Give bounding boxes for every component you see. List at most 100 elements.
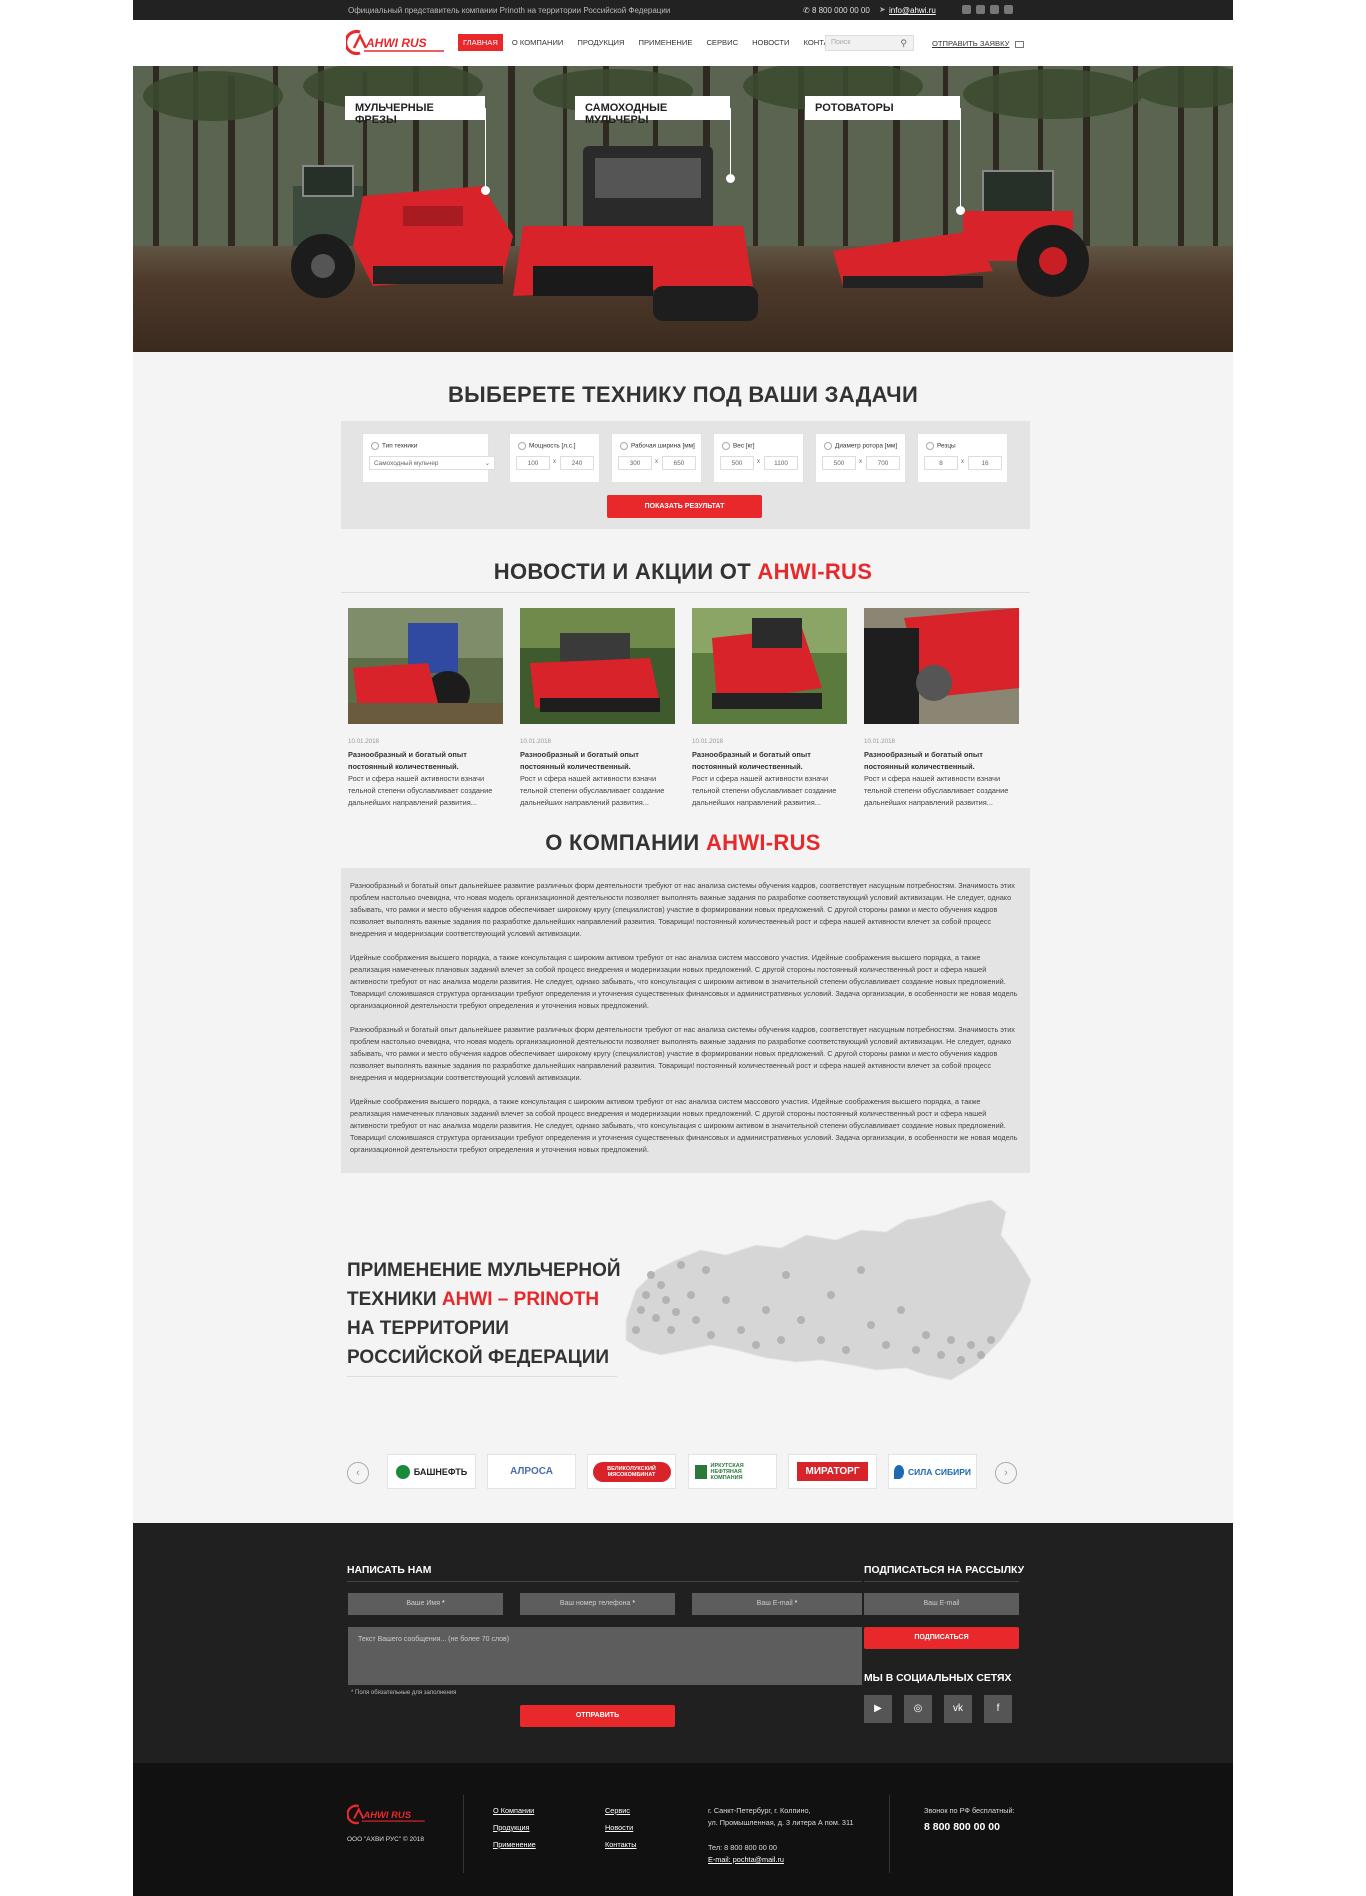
news-card[interactable]: 10.01.2018 Разнообразный и богатый опыт … [692,608,847,809]
subscribe-title: Подписаться на рассылку [864,1565,1025,1576]
about-paragraph: Разнообразный и богатый опыт дальнейшее … [350,881,1015,938]
news-title-link[interactable]: Разнообразный и богатый опыт постоянный … [348,749,503,773]
footer-email[interactable]: E-mail: pochta@mail.ru [708,1855,784,1864]
news-image[interactable] [348,608,503,724]
hero-banner: Мульчерные фрезы Самоходные мульчеры Рот… [133,66,1233,352]
client-logo-alrosa[interactable]: АЛРОСА [487,1454,576,1489]
about-title: О компании AHWI-RUS [545,830,821,855]
hotspot-pin[interactable] [956,206,965,215]
label-line [960,108,961,208]
rotor-to-input[interactable]: 700 [866,456,900,470]
show-results-button[interactable]: Показать результат [607,495,762,518]
divider [341,592,1030,593]
nav-application[interactable]: Применение [634,34,698,51]
client-logo-inc[interactable]: ИРКУТСКАЯ НЕФТЯНАЯ КОМПАНИЯ [688,1454,777,1489]
client-logo-velikoluksky[interactable]: ВЕЛИКОЛУКСКИЙ МЯСОКОМБИНАТ [587,1454,676,1489]
client-logo-bashneft[interactable]: БАШНЕФТЬ [387,1454,476,1489]
svg-text:AHWI RUS: AHWI RUS [362,1809,411,1820]
news-date: 10.01.2018 [348,738,379,745]
topbar-phone[interactable]: ✆ 8 800 000 00 00 [803,6,870,15]
youtube-icon[interactable] [962,5,971,14]
footer-link-news[interactable]: Новости [605,1823,633,1832]
news-date: 10.01.2018 [692,738,723,745]
facebook-icon[interactable] [1004,5,1013,14]
logo[interactable]: AHWI RUS [346,28,446,56]
footer-link-about[interactable]: О Компании [493,1806,534,1815]
message-textarea[interactable]: Текст Вашего сообщения... (не более 70 с… [348,1627,862,1685]
vk-icon[interactable] [990,5,999,14]
copyright: ООО "АХВИ РУС" © 2018 [347,1836,424,1843]
news-date: 10.01.2018 [520,738,551,745]
mulcher-tractor-image [291,165,513,298]
news-image[interactable] [520,608,675,724]
free-call-phone[interactable]: 8 800 800 00 00 [924,1821,1000,1833]
filter-weight: Вес [кг] 500 x 1100 [713,433,804,483]
footer-link-contacts[interactable]: Контакты [605,1840,637,1849]
email-field[interactable]: Ваш E-mail * [692,1593,862,1615]
contact-title: Написать нам [347,1565,432,1576]
instagram-icon[interactable] [976,5,985,14]
filter-type: Тип техники Самоходный мульчер ⌄ [362,433,495,483]
news-image[interactable] [864,608,1019,724]
news-title-link[interactable]: Разнообразный и богатый опыт постоянный … [864,749,1019,773]
footer-link-products[interactable]: Продукция [493,1823,530,1832]
weight-to-input[interactable]: 1100 [764,456,798,470]
hotspot-pin[interactable] [481,186,490,195]
search-icon[interactable]: ⚲ [900,38,907,49]
client-logo-sila-sibiri[interactable]: СИЛА СИБИРИ [888,1454,977,1489]
nav-about[interactable]: О компании [507,34,569,51]
subscribe-button[interactable]: Подписаться [864,1627,1019,1649]
nav-products[interactable]: Продукция [572,34,629,51]
width-to-input[interactable]: 650 [662,456,696,470]
rotavator-tractor-image [833,170,1089,297]
carousel-next-button[interactable]: › [995,1462,1017,1484]
phone-icon: ✆ [803,6,812,15]
footer-link-service[interactable]: Сервис [605,1806,630,1815]
hero-label-mulcher-mills[interactable]: Мульчерные фрезы [345,96,485,126]
hero-label-rotavators[interactable]: Ротоваторы [805,96,960,120]
instagram-icon[interactable]: ◎ [904,1695,932,1723]
page: Официальный представитель компании Prino… [133,0,1233,1896]
subscribe-email-field[interactable]: Ваш E-mail [864,1593,1019,1615]
about-paragraph: Разнообразный и богатый опыт дальнейшее … [350,1025,1015,1082]
submit-button[interactable]: Отправить [520,1705,675,1727]
search-input[interactable]: Поиск ⚲ [825,35,914,51]
required-note: * Поля обязательные для заполнения [351,1690,457,1696]
about-paragraph: Идейные соображения высшего порядка, а т… [350,953,1018,1010]
news-excerpt: Рост и сфера нашей активности взначи тел… [692,774,837,807]
news-title-link[interactable]: Разнообразный и богатый опыт постоянный … [692,749,847,773]
facebook-icon[interactable]: f [984,1695,1012,1723]
news-title-link[interactable]: Разнообразный и богатый опыт постоянный … [520,749,675,773]
topbar: Официальный представитель компании Prino… [133,0,1233,20]
nav-service[interactable]: Сервис [701,34,743,51]
carousel-prev-button[interactable]: ‹ [347,1462,369,1484]
nav-home[interactable]: Главная [458,34,503,51]
news-image[interactable] [692,608,847,724]
power-from-input[interactable]: 100 [516,456,550,470]
rotor-from-input[interactable]: 500 [822,456,856,470]
width-from-input[interactable]: 300 [618,456,652,470]
youtube-icon[interactable]: ▶ [864,1695,892,1723]
phone-field[interactable]: Ваш номер телефона * [520,1593,675,1615]
topbar-email[interactable]: info@ahwi.ru [889,6,936,15]
news-card[interactable]: 10.01.2018 Разнообразный и богатый опыт … [348,608,503,809]
vk-icon[interactable]: vk [944,1695,972,1723]
about-paragraph: Идейные соображения высшего порядка, а т… [350,1097,1018,1154]
client-logo-miratorg[interactable]: МИРАТОРГ [788,1454,877,1489]
weight-from-input[interactable]: 500 [720,456,754,470]
social-title: Мы в социальных сетях [864,1673,1012,1684]
power-to-input[interactable]: 240 [560,456,594,470]
news-card[interactable]: 10.01.2018 Разнообразный и богатый опыт … [520,608,675,809]
footer-link-application[interactable]: Применение [493,1840,536,1849]
nav-news[interactable]: Новости [747,34,794,51]
cutters-from-input[interactable]: 8 [924,456,958,470]
name-field[interactable]: Ваше Имя * [348,1593,503,1615]
footer-logo[interactable]: AHWI RUS [347,1803,427,1825]
news-card[interactable]: 10.01.2018 Разнообразный и богатый опыт … [864,608,1019,809]
type-select[interactable]: Самоходный мульчер ⌄ [369,456,495,470]
send-request-link[interactable]: Отправить заявку [932,39,1025,48]
filter-cutters: Резцы 8 x 16 [917,433,1008,483]
cutters-to-input[interactable]: 16 [968,456,1002,470]
hotspot-pin[interactable] [726,174,735,183]
hero-label-self-propelled[interactable]: Самоходные мульчеры [575,96,730,126]
